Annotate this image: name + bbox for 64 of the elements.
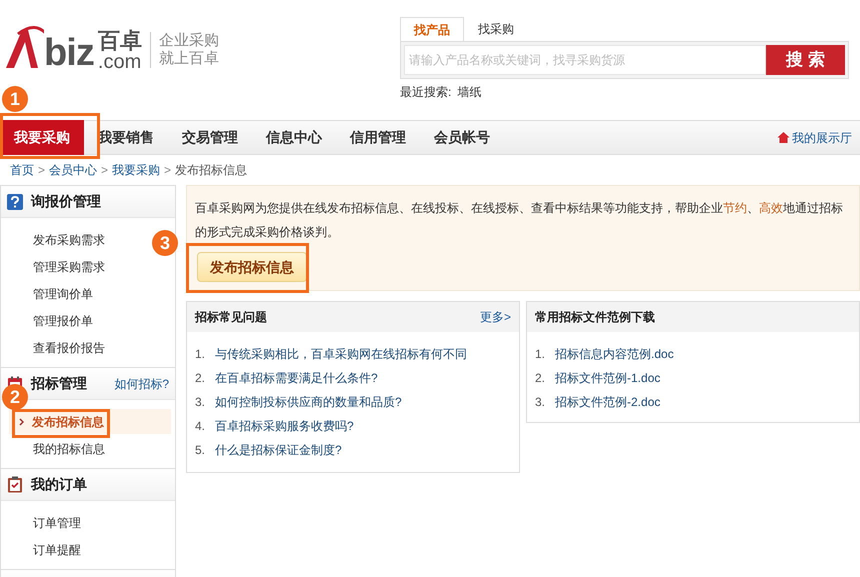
search-button[interactable]: 搜 索 (766, 45, 845, 75)
faq-link[interactable]: 如何控制投标供应商的数量和品质? (215, 393, 402, 411)
nav-tab[interactable]: 信息中心 (252, 120, 336, 155)
sidebar-item[interactable]: 管理询价单 (33, 281, 93, 306)
panel-title: 常用招标文件范例下载 (535, 309, 655, 326)
faq-link[interactable]: 与传统采购相比，百卓采购网在线招标有何不同 (215, 345, 468, 363)
sidebar-item[interactable]: 订单管理 (33, 510, 81, 535)
faq-link[interactable]: 什么是招标保证金制度? (215, 441, 342, 459)
breadcrumb-link[interactable]: 发布招标信息 (175, 161, 248, 179)
download-link[interactable]: 招标信息内容范例.doc (555, 345, 674, 363)
breadcrumb-separator: > (164, 162, 172, 179)
showroom-link[interactable]: 我的展示厅 (777, 128, 852, 146)
logo-mark: biz (44, 34, 94, 72)
list-number: 2. (535, 370, 546, 387)
breadcrumb-link[interactable]: 会员中心 (49, 161, 98, 179)
list-number: 2. (195, 370, 206, 387)
panel-title: 招标常见问题 (195, 309, 267, 326)
sidebar-item[interactable]: 管理报价单 (33, 308, 93, 333)
nav-tab[interactable]: 我要采购 (0, 120, 84, 155)
list-number: 3. (535, 394, 546, 411)
sidebar-item[interactable]: 发布采购需求 (33, 227, 105, 252)
faq-link[interactable]: 在百卓招标需要满足什么条件? (215, 369, 378, 387)
clipboard-icon (7, 476, 23, 493)
step-number-badge: 1 (2, 86, 28, 112)
list-number: 1. (195, 346, 206, 363)
sidebar-item[interactable]: 发布招标信息 (9, 409, 171, 434)
breadcrumb-link[interactable]: 我要采购 (112, 161, 160, 179)
sidebar-item[interactable]: 管理采购需求 (33, 254, 105, 279)
nav-tab[interactable]: 信用管理 (336, 120, 420, 155)
faq-link[interactable]: 百卓招标采购服务收费吗? (215, 417, 354, 435)
list-number: 5. (195, 442, 206, 459)
logo-name: 百卓 (98, 30, 142, 52)
search-tab[interactable]: 找采购 (464, 17, 528, 41)
breadcrumb-link[interactable]: 首页 (10, 161, 34, 179)
logo-slogan: 就上百卓 (158, 50, 219, 68)
home-icon (777, 131, 790, 144)
chevron-icon (19, 418, 24, 426)
question-icon (7, 194, 23, 210)
sidebar-section-title: 询报价管理 (31, 192, 101, 211)
recent-search-label: 最近搜索: (400, 84, 452, 101)
breadcrumb-separator: > (101, 162, 108, 179)
list-number: 1. (535, 346, 546, 363)
nav-tab[interactable]: 会员帐号 (420, 120, 504, 155)
sidebar-section-title: 招标管理 (31, 374, 87, 393)
logo-slogan: 企业采购 (158, 32, 219, 50)
sidebar-item[interactable]: 我的招标信息 (33, 436, 105, 461)
download-link[interactable]: 招标文件范例-2.doc (555, 393, 660, 411)
step-number-badge: 3 (152, 230, 178, 256)
sidebar-section-title: 我的订单 (31, 475, 87, 494)
help-link[interactable]: 如何招标? (114, 374, 169, 392)
breadcrumb-separator: > (38, 162, 46, 179)
download-link[interactable]: 招标文件范例-1.doc (555, 369, 660, 387)
more-link[interactable]: 更多> (480, 308, 511, 326)
search-field[interactable]: 请输入产品名称或关键词，找寻采购货源 (404, 45, 766, 75)
logo-domain: .com (98, 52, 142, 72)
sidebar-item[interactable]: 查看报价报告 (33, 335, 105, 360)
intro-text: 百卓采购网为您提供在线发布招标信息、在线投标、在线授标、查看中标结果等功能支持，帮助企业节约、高效地通过招标的形式完成采购价格谈判。 (195, 200, 844, 241)
publish-tender-button[interactable]: 发布招标信息 (197, 252, 307, 282)
sidebar-item[interactable]: 订单提醒 (33, 537, 81, 562)
recent-search-link[interactable]: 墙纸 (457, 83, 482, 101)
nav-tab[interactable]: 交易管理 (168, 120, 252, 155)
list-number: 3. (195, 394, 206, 411)
list-number: 4. (195, 418, 206, 435)
search-tab[interactable]: 找产品 (400, 17, 464, 41)
